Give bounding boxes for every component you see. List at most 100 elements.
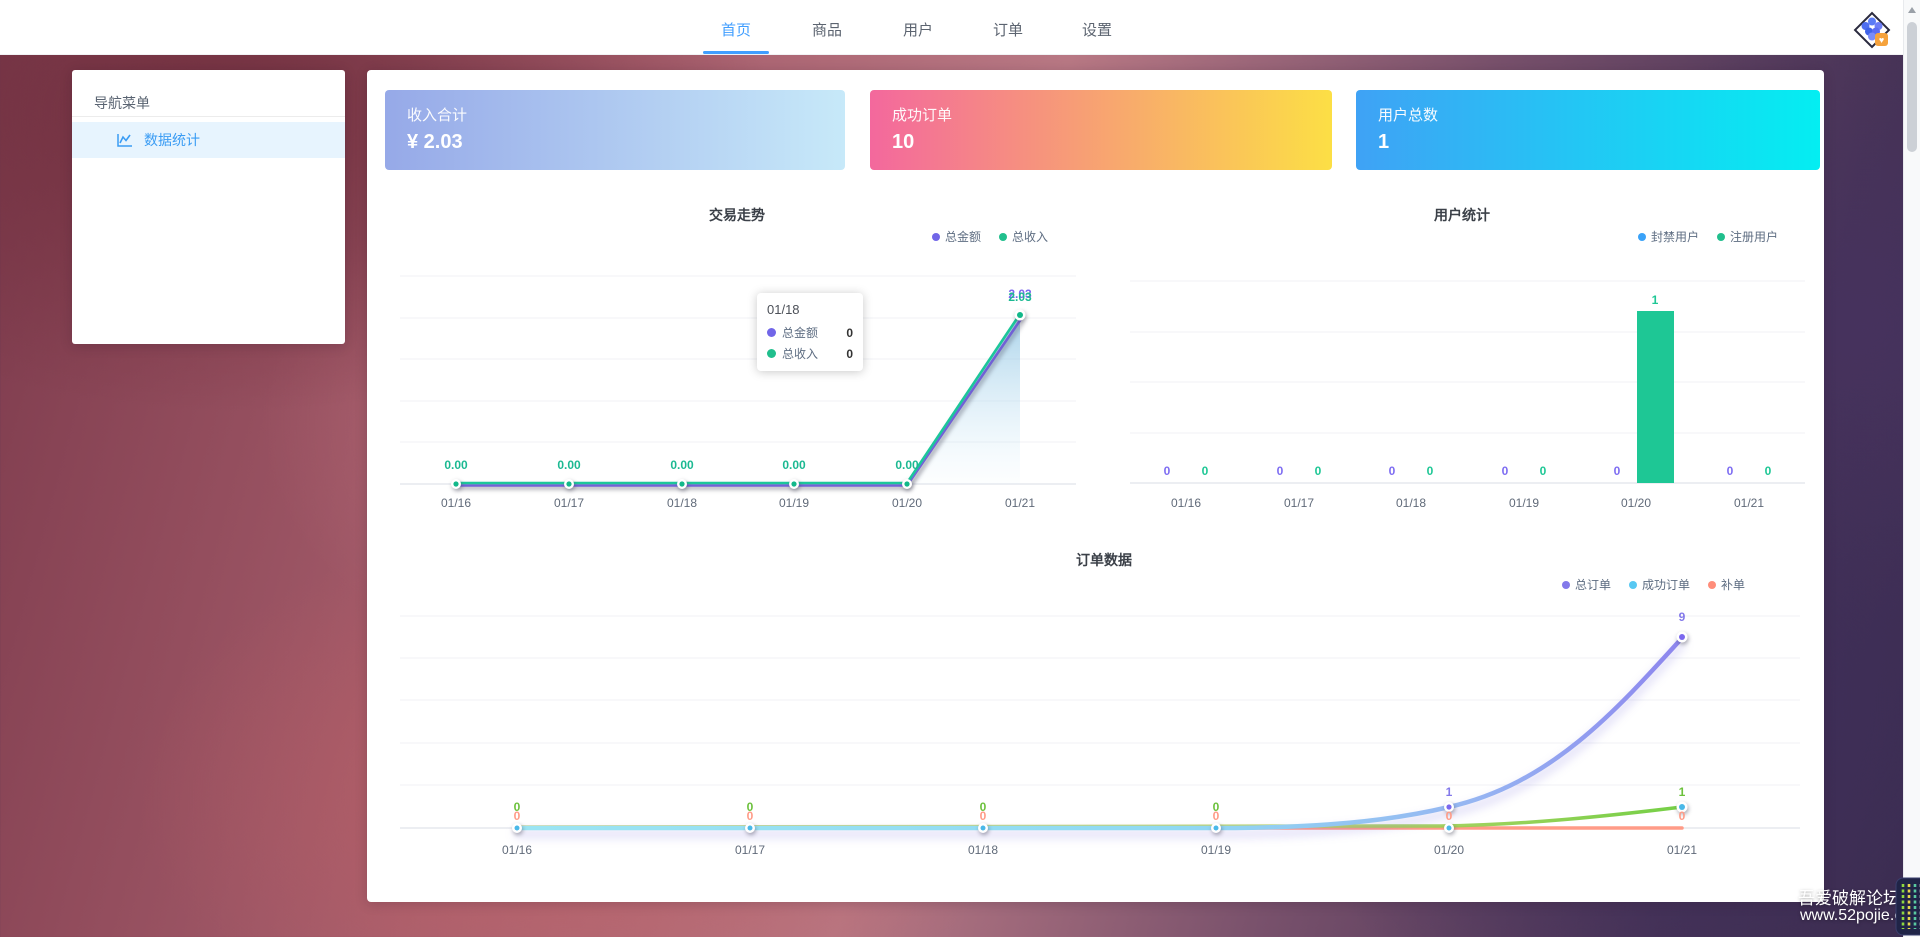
- x-tick: 01/19: [1201, 843, 1231, 857]
- x-tick: 01/18: [968, 843, 998, 857]
- refund-zero-label: 0: [514, 809, 521, 823]
- sidebar-item-label: 数据统计: [144, 130, 200, 150]
- point-label: 0.00: [670, 458, 693, 472]
- chart-legend: 总金额 总收入: [932, 228, 1048, 245]
- banned-label: 0: [1614, 464, 1621, 478]
- registered-label: 0: [1202, 464, 1209, 478]
- tooltip-date: 01/18: [767, 302, 853, 317]
- success-order-label: 1: [1679, 785, 1686, 799]
- tooltip-row: 总收入 0: [767, 345, 853, 362]
- registered-label: 0: [1427, 464, 1434, 478]
- total-order-line: [517, 638, 1682, 828]
- scroll-up-arrow-icon[interactable]: [1908, 7, 1916, 13]
- refund-zero-label: 0: [1446, 809, 1453, 823]
- legend-label: 总订单: [1575, 576, 1611, 593]
- tooltip-row: 总金额 0: [767, 324, 853, 341]
- tab-home[interactable]: 首页: [721, 19, 751, 40]
- legend-dot: [1562, 581, 1570, 589]
- scrollbar[interactable]: [1903, 0, 1920, 937]
- point-label: 0.00: [895, 458, 918, 472]
- stat-card-title: 成功订单: [892, 104, 952, 125]
- legend-label: 注册用户: [1730, 228, 1778, 245]
- scrollbar-thumb[interactable]: [1907, 22, 1917, 152]
- sidebar-item-statistics[interactable]: 数据统计: [72, 122, 345, 158]
- peak-label-income: 2.03: [1008, 290, 1031, 304]
- site-logo-icon[interactable]: ♥: [1850, 8, 1894, 52]
- svg-text:♥: ♥: [1879, 35, 1884, 45]
- x-tick: 01/21: [1005, 496, 1035, 510]
- chart-legend: 封禁用户 注册用户: [1638, 228, 1778, 245]
- stat-card-title: 收入合计: [407, 104, 467, 125]
- legend-dot: [1717, 233, 1725, 241]
- legend-item[interactable]: 补单: [1708, 576, 1745, 593]
- registered-users-bar[interactable]: [1637, 311, 1674, 483]
- stat-card-success-orders: 成功订单 10: [870, 90, 1332, 170]
- registered-label: 0: [1765, 464, 1772, 478]
- legend-label: 封禁用户: [1651, 228, 1699, 245]
- tooltip-label: 总金额: [782, 324, 818, 341]
- sidebar-title: 导航菜单: [94, 93, 150, 113]
- legend-item[interactable]: 总收入: [999, 228, 1048, 245]
- legend-label: 补单: [1721, 576, 1745, 593]
- active-tab-underline: [703, 51, 769, 54]
- success-order-line: [517, 807, 1682, 827]
- gridlines: [400, 616, 1800, 785]
- x-tick: 01/17: [554, 496, 584, 510]
- x-tick: 01/21: [1667, 843, 1697, 857]
- total-order-label: 1: [1446, 785, 1453, 799]
- legend-label: 成功订单: [1642, 576, 1690, 593]
- tooltip-value: 0: [846, 347, 853, 361]
- tooltip-label: 总收入: [782, 345, 818, 362]
- gridlines: [1130, 281, 1805, 433]
- tab-users[interactable]: 用户: [903, 19, 933, 40]
- banned-label: 0: [1277, 464, 1284, 478]
- x-tick: 01/21: [1734, 496, 1764, 510]
- order-data-chart[interactable]: 订单数据 总订单 成功订单 补单: [384, 540, 1824, 870]
- legend-item[interactable]: 成功订单: [1629, 576, 1690, 593]
- legend-item[interactable]: 总金额: [932, 228, 981, 245]
- legend-item[interactable]: 注册用户: [1717, 228, 1778, 245]
- tab-orders[interactable]: 订单: [993, 19, 1023, 40]
- top-nav: 首页 商品 用户 订单 设置 ♥: [0, 0, 1920, 55]
- banned-label: 0: [1389, 464, 1396, 478]
- stat-card-total-users: 用户总数 1: [1356, 90, 1820, 170]
- legend-item[interactable]: 封禁用户: [1638, 228, 1699, 245]
- stat-card-revenue: 收入合计 ¥ 2.03: [385, 90, 845, 170]
- stat-card-value: 10: [892, 131, 914, 154]
- registered-label: 0: [1540, 464, 1547, 478]
- tab-products[interactable]: 商品: [812, 19, 842, 40]
- user-chart-canvas: [1100, 250, 1824, 520]
- legend-dot: [999, 233, 1007, 241]
- x-tick: 01/18: [1396, 496, 1426, 510]
- stat-card-value: ¥ 2.03: [407, 131, 463, 154]
- x-tick: 01/17: [1284, 496, 1314, 510]
- banned-label: 0: [1502, 464, 1509, 478]
- chart-title: 交易走势: [384, 205, 1090, 225]
- x-tick: 01/16: [502, 843, 532, 857]
- tooltip-dot: [767, 349, 776, 358]
- data-points: [512, 632, 1688, 834]
- legend-label: 总金额: [945, 228, 981, 245]
- x-tick: 01/20: [892, 496, 922, 510]
- x-tick: 01/20: [1434, 843, 1464, 857]
- registered-label: 0: [1315, 464, 1322, 478]
- total-order-label: 9: [1679, 610, 1686, 624]
- tooltip-value: 0: [846, 326, 853, 340]
- refund-zero-label: 0: [747, 809, 754, 823]
- tab-settings[interactable]: 设置: [1082, 19, 1112, 40]
- trade-trend-chart[interactable]: 交易走势 总金额 总收入: [384, 195, 1090, 525]
- x-tick: 01/16: [441, 496, 471, 510]
- banned-label: 0: [1727, 464, 1734, 478]
- chart-title: 用户统计: [1100, 205, 1824, 225]
- line-chart-icon: [116, 131, 134, 149]
- x-tick: 01/17: [735, 843, 765, 857]
- point-label: 0.00: [782, 458, 805, 472]
- x-tick: 01/19: [779, 496, 809, 510]
- x-tick: 01/18: [667, 496, 697, 510]
- x-tick: 01/16: [1171, 496, 1201, 510]
- user-stats-chart[interactable]: 用户统计 封禁用户 注册用户 0 0 0 0 0 0 0 0 0 1 0 0 0…: [1100, 195, 1824, 525]
- legend-dot: [1708, 581, 1716, 589]
- stat-card-value: 1: [1378, 131, 1389, 154]
- sidebar: 导航菜单 数据统计: [72, 70, 345, 344]
- legend-item[interactable]: 总订单: [1562, 576, 1611, 593]
